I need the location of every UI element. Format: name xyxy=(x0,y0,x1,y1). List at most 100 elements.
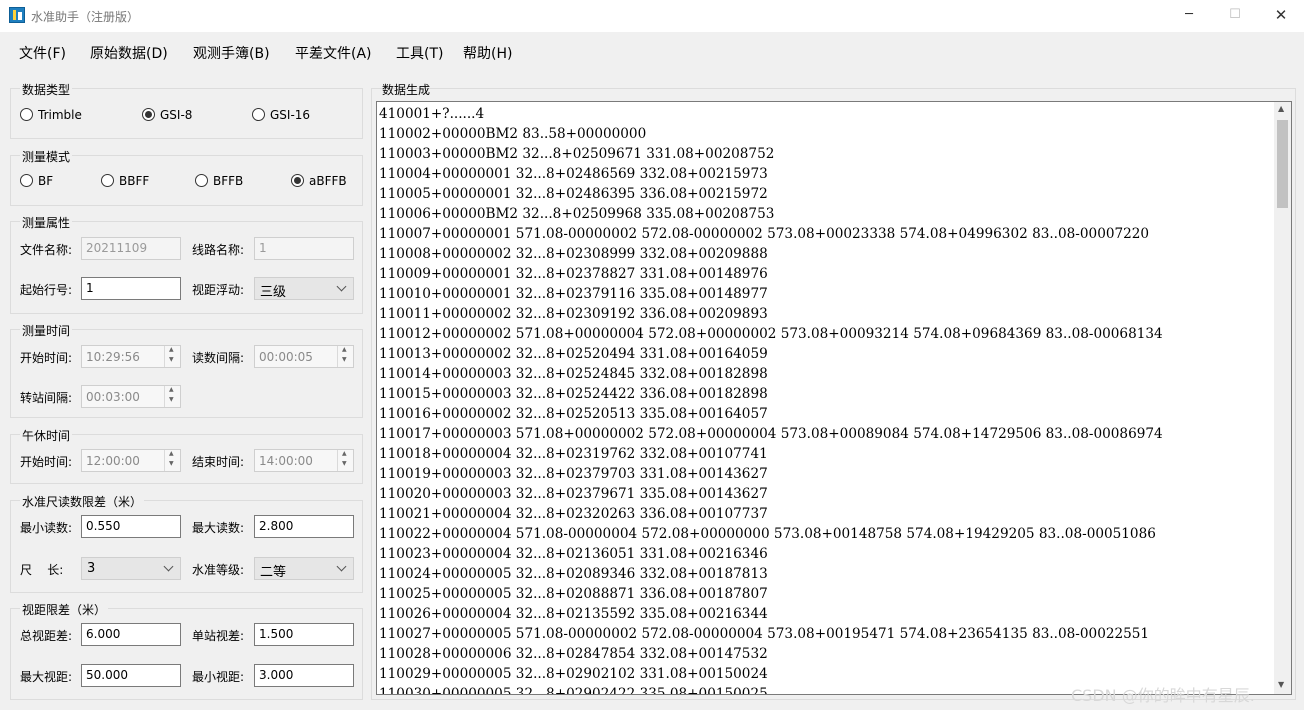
level-grade-value: 二等 xyxy=(260,565,287,580)
read-interval-value: 00:00:05 xyxy=(259,350,313,364)
vertical-scrollbar[interactable]: ▲ ▼ xyxy=(1274,102,1291,694)
lunch-end-value: 14:00:00 xyxy=(259,454,313,468)
output-line: 110009+00000001 32...8+02378827 331.08+0… xyxy=(379,266,768,282)
radio-label-abffb: aBFFB xyxy=(309,174,347,188)
output-line: 110014+00000003 32...8+02524845 332.08+0… xyxy=(379,366,768,382)
min-reading-field[interactable]: 0.550 xyxy=(81,515,181,538)
minimize-button[interactable]: ─ xyxy=(1166,0,1212,32)
spin-arrows-icon[interactable] xyxy=(337,450,353,471)
min-sight-field[interactable]: 3.000 xyxy=(254,664,354,687)
data-type-title: 数据类型 xyxy=(20,81,73,98)
close-button[interactable]: ✕ xyxy=(1258,0,1304,32)
output-line: 110028+00000006 32...8+02847854 332.08+0… xyxy=(379,646,768,662)
max-sight-field[interactable]: 50.000 xyxy=(81,664,181,687)
scrollbar-thumb[interactable] xyxy=(1277,120,1288,208)
single-station-diff-label: 单站视差: xyxy=(192,629,245,643)
level-grade-select[interactable]: 二等 xyxy=(254,557,354,580)
max-sight-label: 最大视距: xyxy=(20,670,73,684)
output-line: 110021+00000004 32...8+02320263 336.08+0… xyxy=(379,506,768,522)
lunch-end-label: 结束时间: xyxy=(192,455,245,469)
data-output-textarea[interactable]: 410001+?......4 110002+00000BM2 83..58+00… xyxy=(376,101,1292,695)
radio-dot-bffb xyxy=(195,174,208,187)
spin-arrows-icon[interactable] xyxy=(164,450,180,471)
maximize-button[interactable]: ☐ xyxy=(1212,0,1258,32)
radio-abffb[interactable]: aBFFB xyxy=(291,174,347,188)
total-sight-diff-field[interactable]: 6.000 xyxy=(81,623,181,646)
lunch-break-title: 午休时间 xyxy=(20,427,73,444)
measure-mode-title: 测量模式 xyxy=(20,148,73,165)
output-line: 410001+?......4 xyxy=(379,106,485,122)
min-sight-label: 最小视距: xyxy=(192,670,245,684)
staff-limits-title: 水准尺读数限差（米） xyxy=(20,493,145,510)
radio-trimble[interactable]: Trimble xyxy=(20,108,82,122)
output-line: 110018+00000004 32...8+02319762 332.08+0… xyxy=(379,446,768,462)
single-station-diff-field[interactable]: 1.500 xyxy=(254,623,354,646)
scroll-up-icon[interactable]: ▲ xyxy=(1278,104,1284,113)
lunch-start-label: 开始时间: xyxy=(20,455,73,469)
radio-bffb[interactable]: BFFB xyxy=(195,174,243,188)
min-reading-label: 最小读数: xyxy=(20,521,73,535)
radio-bbff[interactable]: BBFF xyxy=(101,174,149,188)
spin-arrows-icon[interactable] xyxy=(164,346,180,367)
total-sight-diff-label: 总视距差: xyxy=(20,629,73,643)
lunch-end-spinbox[interactable]: 14:00:00 xyxy=(254,449,354,472)
start-time-label: 开始时间: xyxy=(20,351,73,365)
radio-label-gsi8: GSI-8 xyxy=(160,108,193,122)
transfer-interval-spinbox[interactable]: 00:03:00 xyxy=(81,385,181,408)
output-line: 110013+00000002 32...8+02520494 331.08+0… xyxy=(379,346,768,362)
output-line: 110029+00000005 32...8+02902102 331.08+0… xyxy=(379,666,768,682)
output-line: 110003+00000BM2 32...8+02509671 331.08+0… xyxy=(379,146,775,162)
file-name-label: 文件名称: xyxy=(20,243,73,257)
measure-props-title: 测量属性 xyxy=(20,214,73,231)
staff-length-select[interactable]: 3 xyxy=(81,557,181,580)
sight-limits-title: 视距限差（米） xyxy=(20,601,109,618)
radio-label-gsi16: GSI-16 xyxy=(270,108,311,122)
read-interval-label: 读数间隔: xyxy=(192,351,245,365)
menu-file[interactable]: 文件(F) xyxy=(19,43,66,63)
menu-tools[interactable]: 工具(T) xyxy=(396,43,443,63)
file-name-field[interactable]: 20211109 xyxy=(81,237,181,260)
read-interval-spinbox[interactable]: 00:00:05 xyxy=(254,345,354,368)
spin-arrows-icon[interactable] xyxy=(164,386,180,407)
start-time-spinbox[interactable]: 10:29:56 xyxy=(81,345,181,368)
measure-time-title: 测量时间 xyxy=(20,322,73,339)
menu-adjustment-file[interactable]: 平差文件(A) xyxy=(295,43,372,63)
radio-label-bf: BF xyxy=(38,174,54,188)
staff-length-label: 尺 长: xyxy=(20,563,64,577)
chevron-down-icon xyxy=(336,281,347,292)
radio-gsi16[interactable]: GSI-16 xyxy=(252,108,310,122)
radio-dot-abffb-selected xyxy=(291,174,304,187)
output-line: 110010+00000001 32...8+02379116 335.08+0… xyxy=(379,286,768,302)
output-line: 110026+00000004 32...8+02135592 335.08+0… xyxy=(379,606,768,622)
transfer-interval-label: 转站间隔: xyxy=(20,391,73,405)
menu-field-book[interactable]: 观测手簿(B) xyxy=(193,43,270,63)
output-line: 110019+00000003 32...8+02379703 331.08+0… xyxy=(379,466,768,482)
radio-gsi8[interactable]: GSI-8 xyxy=(142,108,192,122)
radio-dot-bbff xyxy=(101,174,114,187)
lunch-start-value: 12:00:00 xyxy=(86,454,140,468)
route-name-label: 线路名称: xyxy=(192,243,245,257)
radio-dot-bf xyxy=(20,174,33,187)
radio-dot-gsi8-selected xyxy=(142,108,155,121)
spin-arrows-icon[interactable] xyxy=(337,346,353,367)
output-line: 110007+00000001 571.08-00000002 572.08-0… xyxy=(379,226,1150,242)
output-line: 110006+00000BM2 32...8+02509968 335.08+0… xyxy=(379,206,775,222)
lunch-start-spinbox[interactable]: 12:00:00 xyxy=(81,449,181,472)
title-bar: 水准助手（注册版） ─ ☐ ✕ xyxy=(0,0,1304,32)
menu-raw-data[interactable]: 原始数据(D) xyxy=(90,43,168,63)
sight-float-select[interactable]: 三级 xyxy=(254,277,354,300)
radio-label-bbff: BBFF xyxy=(119,174,150,188)
radio-bf[interactable]: BF xyxy=(20,174,53,188)
data-output-title: 数据生成 xyxy=(382,83,431,97)
app-icon xyxy=(9,7,25,23)
output-line: 110022+00000004 571.08-00000004 572.08+0… xyxy=(379,526,1156,542)
output-line: 110015+00000003 32...8+02524422 336.08+0… xyxy=(379,386,768,402)
route-name-field[interactable]: 1 xyxy=(254,237,354,260)
menu-help[interactable]: 帮助(H) xyxy=(463,43,512,63)
max-reading-field[interactable]: 2.800 xyxy=(254,515,354,538)
output-line: 110025+00000005 32...8+02088871 336.08+0… xyxy=(379,586,768,602)
max-reading-label: 最大读数: xyxy=(192,521,245,535)
output-line: 110024+00000005 32...8+02089346 332.08+0… xyxy=(379,566,768,582)
scroll-down-icon[interactable]: ▼ xyxy=(1278,680,1284,689)
start-row-field[interactable]: 1 xyxy=(81,277,181,300)
